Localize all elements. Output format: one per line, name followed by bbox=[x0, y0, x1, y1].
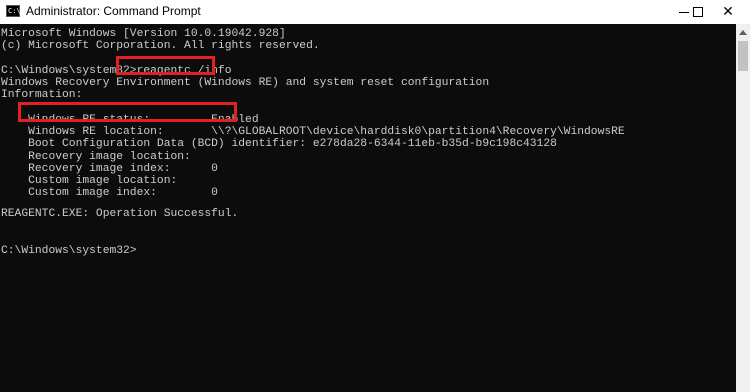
close-icon: ✕ bbox=[722, 4, 734, 20]
maximize-icon bbox=[693, 7, 703, 17]
console-output[interactable]: Microsoft Windows [Version 10.0.19042.92… bbox=[0, 24, 736, 392]
console-line: Recovery image location: bbox=[1, 151, 191, 163]
chevron-up-icon bbox=[739, 29, 747, 35]
cmd-app-icon: C:\ bbox=[6, 5, 21, 17]
console-line: Information: bbox=[1, 89, 83, 101]
console-line: Windows Recovery Environment (Windows RE… bbox=[1, 77, 490, 89]
console-line: REAGENTC.EXE: Operation Successful. bbox=[1, 208, 239, 220]
console-line: Recovery image index: 0 bbox=[1, 163, 218, 175]
console-line: Custom image location: bbox=[1, 175, 178, 187]
window-title: Administrator: Command Prompt bbox=[26, 4, 201, 18]
console-line: Custom image index: 0 bbox=[1, 187, 218, 199]
command-line: C:\Windows\system32>reagentc /info bbox=[1, 65, 232, 77]
scroll-thumb[interactable] bbox=[738, 41, 748, 71]
vertical-scrollbar[interactable] bbox=[736, 24, 750, 392]
console-line: Windows RE location: \\?\GLOBALROOT\devi… bbox=[1, 126, 625, 138]
console-line: Boot Configuration Data (BCD) identifier… bbox=[1, 138, 557, 150]
command-prompt-window: C:\ Administrator: Command Prompt ✕ Micr… bbox=[0, 0, 750, 392]
prompt-line: C:\Windows\system32> bbox=[1, 245, 137, 257]
re-status-line: Windows RE status: Enabled bbox=[1, 114, 259, 126]
scroll-up-button[interactable] bbox=[736, 24, 750, 40]
console-line: (c) Microsoft Corporation. All rights re… bbox=[1, 40, 320, 52]
console-line: Microsoft Windows [Version 10.0.19042.92… bbox=[1, 28, 286, 40]
close-button[interactable]: ✕ bbox=[706, 0, 750, 24]
title-bar[interactable]: C:\ Administrator: Command Prompt ✕ bbox=[0, 0, 750, 24]
